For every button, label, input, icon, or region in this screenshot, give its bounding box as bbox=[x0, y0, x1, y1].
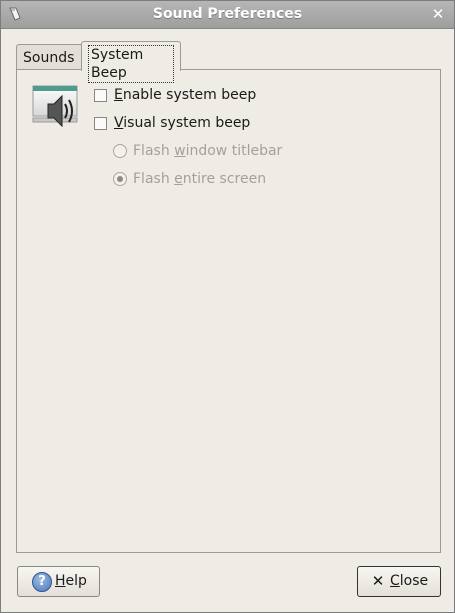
tab-sounds[interactable]: Sounds bbox=[16, 44, 86, 71]
radio-selected-dot bbox=[117, 176, 123, 182]
help-icon: ? bbox=[32, 572, 52, 592]
close-icon: ✕ bbox=[371, 572, 385, 590]
close-label: Close bbox=[390, 573, 429, 589]
speaker-icon bbox=[32, 85, 78, 128]
close-button[interactable]: ✕ Close bbox=[357, 566, 441, 597]
tab-system-beep-label: System Beep bbox=[88, 45, 174, 83]
help-button[interactable]: ? Help bbox=[17, 566, 100, 597]
flash-screen-radio bbox=[113, 172, 127, 186]
titlebar[interactable]: Sound Preferences ✕ bbox=[1, 1, 454, 29]
window-close-icon[interactable]: ✕ bbox=[429, 5, 447, 23]
system-beep-panel: Enable system beep Visual system beep Fl… bbox=[16, 69, 441, 553]
window-title: Sound Preferences bbox=[152, 6, 303, 22]
visual-beep-label: Visual system beep bbox=[114, 115, 251, 131]
tab-sounds-label: Sounds bbox=[23, 50, 75, 66]
flash-titlebar-radio bbox=[113, 144, 127, 158]
enable-beep-checkbox[interactable] bbox=[94, 89, 107, 102]
sound-preferences-window: Sound Preferences ✕ Sounds System Beep E… bbox=[0, 0, 455, 613]
flash-screen-label: Flash entire screen bbox=[133, 171, 267, 187]
enable-beep-label: Enable system beep bbox=[114, 87, 257, 103]
tab-system-beep[interactable]: System Beep bbox=[81, 41, 181, 83]
help-label: Help bbox=[55, 573, 87, 589]
visual-beep-checkbox[interactable] bbox=[94, 117, 107, 130]
flash-titlebar-label: Flash window titlebar bbox=[133, 143, 283, 159]
